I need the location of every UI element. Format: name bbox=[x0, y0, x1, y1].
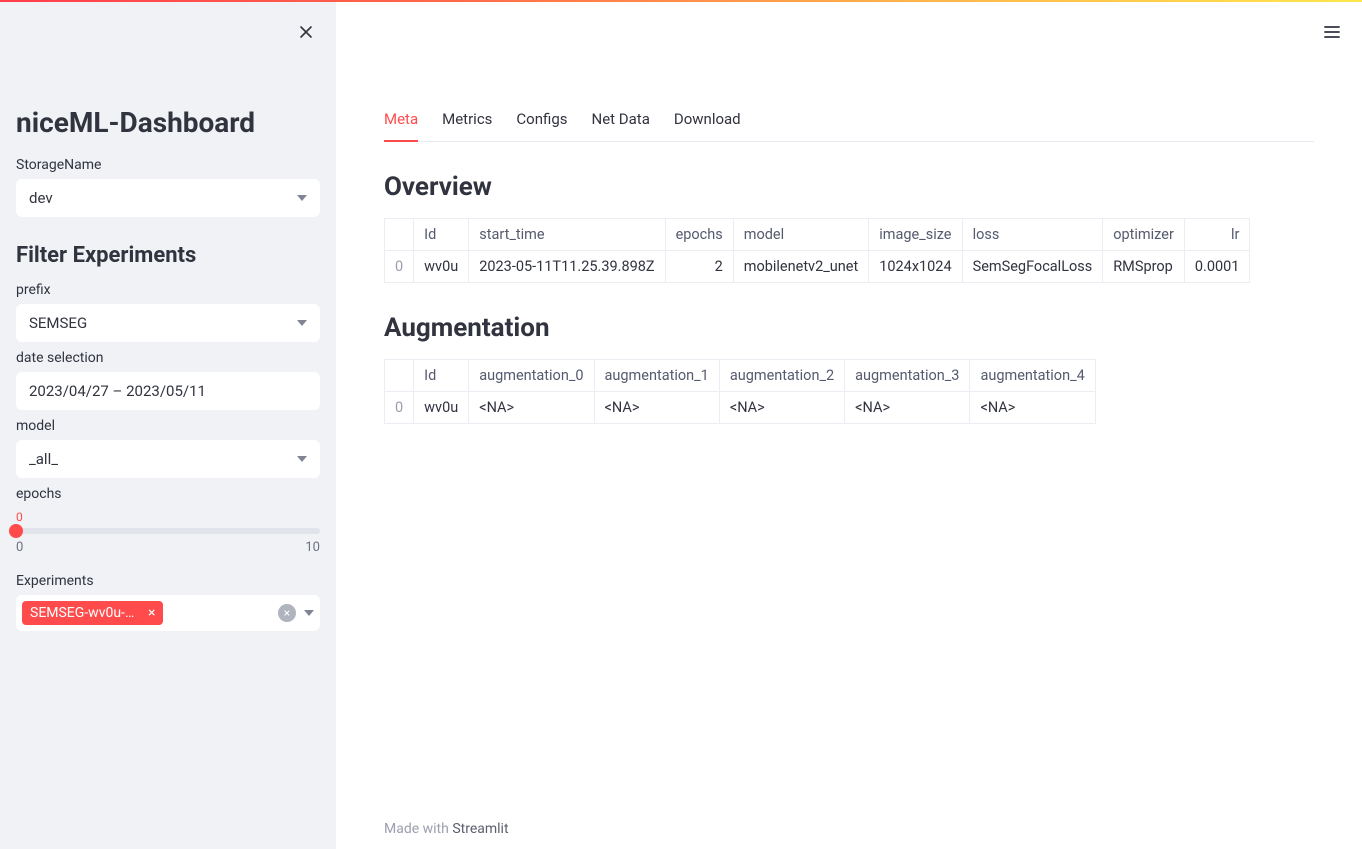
augmentation-heading: Augmentation bbox=[384, 313, 1314, 343]
footer-made: Made with bbox=[384, 821, 452, 837]
cell-id: wv0u bbox=[414, 251, 469, 283]
storage-value: dev bbox=[29, 189, 53, 207]
sidebar: niceML-Dashboard StorageName dev Filter … bbox=[0, 2, 336, 849]
date-range-input[interactable]: 2023/04/27 – 2023/05/11 bbox=[16, 372, 320, 410]
col-a4: augmentation_4 bbox=[970, 360, 1095, 392]
chevron-down-icon bbox=[297, 456, 307, 462]
footer-brand[interactable]: Streamlit bbox=[452, 821, 508, 837]
model-label: model bbox=[16, 418, 320, 434]
col-a1: augmentation_1 bbox=[594, 360, 719, 392]
col-start: start_time bbox=[469, 219, 665, 251]
storage-select[interactable]: dev bbox=[16, 179, 320, 217]
epochs-label: epochs bbox=[16, 486, 320, 502]
hamburger-menu-icon[interactable] bbox=[1318, 18, 1346, 46]
experiments-label: Experiments bbox=[16, 573, 320, 589]
tab-meta[interactable]: Meta bbox=[384, 102, 418, 142]
epochs-min: 0 bbox=[16, 540, 23, 555]
table-header-row: Id augmentation_0 augmentation_1 augment… bbox=[385, 360, 1096, 392]
table-header-row: Id start_time epochs model image_size lo… bbox=[385, 219, 1250, 251]
cell-loss: SemSegFocalLoss bbox=[962, 251, 1103, 283]
model-select[interactable]: _all_ bbox=[16, 440, 320, 478]
clear-all-icon[interactable]: × bbox=[278, 604, 296, 622]
app-title: niceML-Dashboard bbox=[16, 106, 320, 139]
close-sidebar-icon[interactable] bbox=[292, 18, 320, 46]
chip-remove-icon[interactable]: × bbox=[148, 606, 155, 620]
cell-a4: <NA> bbox=[970, 392, 1095, 424]
tab-bar: Meta Metrics Configs Net Data Download bbox=[384, 102, 1314, 142]
cell-a0: <NA> bbox=[469, 392, 594, 424]
epochs-max: 10 bbox=[305, 540, 320, 555]
col-a3: augmentation_3 bbox=[845, 360, 970, 392]
cell-model: mobilenetv2_unet bbox=[733, 251, 868, 283]
main-content: Meta Metrics Configs Net Data Download O… bbox=[336, 2, 1362, 849]
col-lr: lr bbox=[1184, 219, 1250, 251]
cell-img: 1024x1024 bbox=[869, 251, 962, 283]
idx-header bbox=[385, 219, 414, 251]
epochs-slider[interactable]: 0 0 10 bbox=[16, 510, 320, 555]
col-epochs: epochs bbox=[665, 219, 733, 251]
cell-start: 2023-05-11T11.25.39.898Z bbox=[469, 251, 665, 283]
prefix-label: prefix bbox=[16, 282, 320, 298]
chevron-down-icon bbox=[297, 320, 307, 326]
row-idx: 0 bbox=[385, 392, 414, 424]
row-idx: 0 bbox=[385, 251, 414, 283]
experiments-multiselect[interactable]: SEMSEG-wv0u-2… × × bbox=[16, 595, 320, 631]
col-loss: loss bbox=[962, 219, 1103, 251]
chevron-down-icon bbox=[304, 610, 314, 616]
cell-a2: <NA> bbox=[719, 392, 844, 424]
tab-net-data[interactable]: Net Data bbox=[592, 102, 650, 142]
cell-a1: <NA> bbox=[594, 392, 719, 424]
table-row: 0 wv0u <NA> <NA> <NA> <NA> <NA> bbox=[385, 392, 1096, 424]
cell-a3: <NA> bbox=[845, 392, 970, 424]
prefix-value: SEMSEG bbox=[29, 314, 87, 332]
prefix-select[interactable]: SEMSEG bbox=[16, 304, 320, 342]
tab-configs[interactable]: Configs bbox=[516, 102, 567, 142]
experiment-chip[interactable]: SEMSEG-wv0u-2… × bbox=[22, 601, 163, 625]
table-row: 0 wv0u 2023-05-11T11.25.39.898Z 2 mobile… bbox=[385, 251, 1250, 283]
col-opt: optimizer bbox=[1103, 219, 1185, 251]
overview-table: Id start_time epochs model image_size lo… bbox=[384, 218, 1250, 283]
cell-id: wv0u bbox=[414, 392, 469, 424]
col-id: Id bbox=[414, 219, 469, 251]
slider-track[interactable] bbox=[16, 528, 320, 534]
model-value: _all_ bbox=[29, 450, 58, 468]
slider-thumb[interactable] bbox=[9, 524, 23, 538]
augmentation-table: Id augmentation_0 augmentation_1 augment… bbox=[384, 359, 1096, 424]
col-model: model bbox=[733, 219, 868, 251]
col-id: Id bbox=[414, 360, 469, 392]
cell-opt: RMSprop bbox=[1103, 251, 1185, 283]
date-range-value: 2023/04/27 – 2023/05/11 bbox=[29, 382, 206, 400]
epochs-current-value: 0 bbox=[16, 510, 320, 524]
idx-header bbox=[385, 360, 414, 392]
col-a2: augmentation_2 bbox=[719, 360, 844, 392]
storage-label: StorageName bbox=[16, 157, 320, 173]
tab-download[interactable]: Download bbox=[674, 102, 741, 142]
date-label: date selection bbox=[16, 350, 320, 366]
cell-epochs: 2 bbox=[665, 251, 733, 283]
chevron-down-icon bbox=[297, 195, 307, 201]
footer: Made with Streamlit bbox=[384, 821, 509, 837]
overview-heading: Overview bbox=[384, 172, 1314, 202]
filter-heading: Filter Experiments bbox=[16, 243, 320, 268]
tab-metrics[interactable]: Metrics bbox=[442, 102, 492, 142]
cell-lr: 0.0001 bbox=[1184, 251, 1250, 283]
col-img: image_size bbox=[869, 219, 962, 251]
col-a0: augmentation_0 bbox=[469, 360, 594, 392]
experiment-chip-label: SEMSEG-wv0u-2… bbox=[30, 605, 142, 621]
